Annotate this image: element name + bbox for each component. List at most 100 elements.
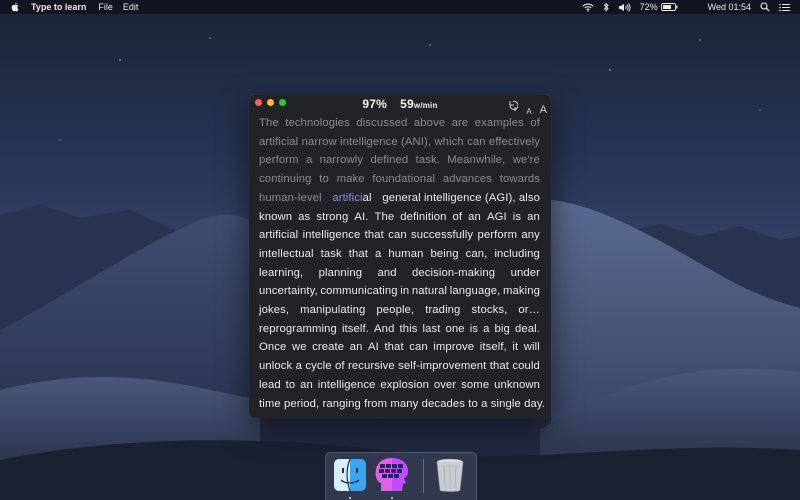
passage-word: including bbox=[494, 247, 540, 260]
running-indicator bbox=[349, 497, 351, 499]
battery-status[interactable]: 72% bbox=[640, 2, 678, 12]
search-icon[interactable] bbox=[760, 2, 770, 12]
current-word-rest: al bbox=[362, 191, 372, 204]
typing-passage[interactable]: The technologies discussed above are examples… bbox=[259, 114, 545, 413]
flag-icon[interactable] bbox=[687, 3, 699, 11]
untyped-text: general intelligence (AGI), also bbox=[382, 191, 540, 204]
passage-word: learning, bbox=[259, 266, 304, 279]
passage-word: will bbox=[523, 341, 540, 354]
passage-word: towards bbox=[499, 173, 540, 186]
typed-text: human-level bbox=[259, 191, 322, 204]
passage-word: manipulating bbox=[300, 304, 366, 317]
passage-word: is bbox=[469, 322, 479, 335]
passage-word: The bbox=[374, 210, 395, 223]
passage-word: The bbox=[259, 117, 279, 129]
passage-line-typed: artificial narrow intelligence (ANI), which c… bbox=[259, 133, 540, 152]
volume-icon[interactable] bbox=[618, 2, 631, 12]
passage-word: above bbox=[413, 117, 446, 129]
dock-separator bbox=[423, 459, 424, 493]
passage-word: stocks, bbox=[471, 304, 508, 317]
passage-word: of bbox=[530, 117, 540, 129]
passage-line-untyped: jokes, manipulating people, trading stocks, o… bbox=[259, 301, 540, 320]
battery-percent: 72% bbox=[639, 2, 658, 12]
passage-word: technologies bbox=[285, 117, 350, 129]
passage-line-untyped: intellectual task that a human being can, inclu… bbox=[259, 245, 540, 264]
menu-list-icon[interactable] bbox=[779, 3, 790, 12]
passage-word: intelligence bbox=[340, 135, 398, 148]
passage-word: to bbox=[285, 378, 296, 391]
window-titlebar[interactable]: 97% 59w/min A A bbox=[249, 95, 551, 116]
passage-word: it bbox=[512, 341, 519, 354]
passage-word: known bbox=[259, 210, 293, 223]
passage-line-untyped: reprogramming itself. And this last one is a big… bbox=[259, 320, 540, 339]
passage-word: last bbox=[422, 322, 441, 335]
passage-word: and bbox=[377, 266, 397, 279]
passage-line-current: human-level artificial general intellige… bbox=[259, 189, 540, 208]
passage-word: perform bbox=[259, 154, 299, 167]
passage-word: can bbox=[388, 229, 407, 242]
passage-word: artificial bbox=[259, 135, 299, 148]
dock-item-finder[interactable] bbox=[332, 457, 368, 493]
speed-unit: w/min bbox=[413, 101, 438, 110]
bluetooth-icon[interactable] bbox=[603, 2, 609, 12]
passage-word: human bbox=[388, 247, 424, 260]
dock-item-type-to-learn[interactable] bbox=[373, 457, 409, 493]
passage-word: big bbox=[494, 322, 510, 335]
passage-word: advances bbox=[442, 173, 492, 186]
passage-word: any bbox=[521, 229, 540, 242]
passage-word: as bbox=[298, 210, 311, 223]
file-menu[interactable]: File bbox=[98, 2, 113, 12]
passage-word: strong bbox=[316, 210, 349, 223]
passage-word: intellectual bbox=[259, 247, 314, 260]
typing-window: 97% 59w/min A A The technologies discussed… bbox=[249, 95, 551, 418]
passage-word: decision-making bbox=[412, 266, 496, 279]
trash-icon bbox=[436, 459, 464, 492]
passage-word: artificial bbox=[259, 229, 299, 242]
current-word: artificial bbox=[332, 189, 371, 208]
passage-word: Meanwhile, bbox=[447, 154, 506, 167]
passage-word: can bbox=[409, 341, 428, 354]
menu-bar: Type to learn File Edit 72% Wed 01:54 bbox=[0, 0, 800, 14]
passage-word: create bbox=[312, 341, 345, 354]
clock[interactable]: Wed 01:54 bbox=[708, 2, 751, 12]
desktop: Type to learn File Edit 72% Wed 01:54 97… bbox=[0, 0, 800, 500]
passage-line-typed: continuing to make foundational advances towa… bbox=[259, 170, 540, 189]
edit-menu[interactable]: Edit bbox=[123, 2, 139, 12]
passage-word: this bbox=[399, 322, 418, 335]
dock-item-trash[interactable] bbox=[433, 457, 469, 493]
passage-word: AI bbox=[368, 341, 379, 354]
passage-word: over bbox=[433, 378, 457, 391]
dock bbox=[325, 452, 477, 500]
current-word-typed: artifici bbox=[332, 191, 363, 204]
passage-word: And bbox=[374, 322, 395, 335]
passage-line-untyped: learning, planning and decision-making under bbox=[259, 264, 540, 283]
passage-word: to bbox=[319, 173, 329, 186]
passage-word: a bbox=[305, 154, 313, 167]
wifi-icon[interactable] bbox=[582, 3, 594, 12]
increase-font-button[interactable]: A bbox=[540, 104, 547, 116]
app-name-menu[interactable]: Type to learn bbox=[31, 2, 86, 12]
passage-word: a bbox=[483, 322, 490, 335]
passage-word: continuing bbox=[259, 173, 312, 186]
passage-word: effectively bbox=[488, 135, 540, 148]
battery-icon bbox=[660, 3, 678, 11]
accuracy-value: 97% bbox=[362, 97, 388, 111]
passage-word: natural bbox=[411, 285, 448, 298]
passage-word: that bbox=[348, 247, 368, 260]
passage-word: examples bbox=[474, 117, 524, 129]
brain-keyboard-icon bbox=[375, 458, 408, 491]
passage-line-typed: perform a narrowly defined task. Meanwhile, we… bbox=[259, 151, 540, 170]
passage-word: perform bbox=[477, 229, 518, 242]
passage-word: of bbox=[335, 360, 345, 373]
passage-word: an bbox=[300, 378, 313, 391]
passage-word: itself, bbox=[479, 341, 507, 354]
passage-word: unlock bbox=[259, 360, 293, 373]
passage-word: discussed bbox=[356, 117, 408, 129]
passage-word: an bbox=[349, 341, 363, 354]
passage-word: or… bbox=[518, 304, 540, 317]
apple-icon[interactable] bbox=[11, 2, 21, 13]
passage-word: being bbox=[430, 247, 459, 260]
passage-word: recursive bbox=[348, 360, 395, 373]
speed-value: 59 bbox=[400, 97, 414, 111]
passage-line-untyped: artificial intelligence that can successfull… bbox=[259, 226, 540, 245]
